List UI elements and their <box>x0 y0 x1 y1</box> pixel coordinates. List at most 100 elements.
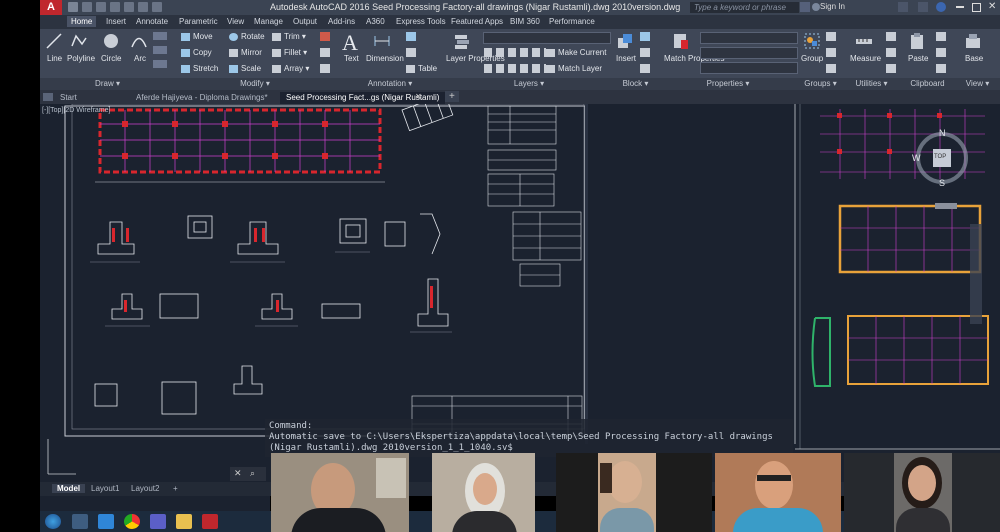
copy-base-icon[interactable] <box>936 64 946 73</box>
measure-button[interactable]: Measure <box>850 54 881 63</box>
new-file-icon[interactable] <box>68 2 78 12</box>
open-file-icon[interactable] <box>82 2 92 12</box>
teams-icon[interactable] <box>150 514 166 529</box>
insert-block-icon[interactable] <box>616 32 634 50</box>
layer-dropdown[interactable] <box>483 32 611 44</box>
tab-menu-icon[interactable] <box>43 93 53 101</box>
maximize-icon[interactable] <box>972 3 981 12</box>
tab-insert[interactable]: Insert <box>102 16 130 27</box>
copy-button[interactable]: Copy <box>181 48 212 57</box>
paste-button[interactable]: Paste <box>908 54 928 63</box>
base-view-icon[interactable] <box>964 32 982 50</box>
dimension-button[interactable]: Dimension <box>366 54 404 63</box>
polyline-icon[interactable] <box>70 32 88 50</box>
compass-north[interactable]: N <box>939 128 946 138</box>
layer-tools-icons[interactable] <box>484 48 546 57</box>
tab-layout2[interactable]: Layout2 <box>126 484 164 493</box>
search-icon[interactable] <box>800 2 810 12</box>
multileader-icon[interactable] <box>406 48 416 57</box>
chrome-icon[interactable] <box>124 514 140 529</box>
insert-button[interactable]: Insert <box>616 54 636 63</box>
point-style-icon[interactable] <box>886 64 896 73</box>
erase-icon[interactable] <box>320 32 330 41</box>
arc-icon[interactable] <box>130 32 148 50</box>
file-tab-start[interactable]: Start <box>54 92 83 104</box>
tab-annotate[interactable]: Annotate <box>132 16 172 27</box>
tab-manage[interactable]: Manage <box>250 16 287 27</box>
arc-button[interactable]: Arc <box>134 54 146 63</box>
rotate-button[interactable]: Rotate <box>229 32 265 41</box>
tab-layout1[interactable]: Layout1 <box>86 484 124 493</box>
text-icon[interactable]: A <box>342 30 358 56</box>
text-button[interactable]: Text <box>344 54 359 63</box>
autocad-logo-icon[interactable]: A <box>40 0 62 15</box>
exchange-icon[interactable] <box>898 2 908 12</box>
block-panel-title[interactable]: Block ▾ <box>613 78 659 90</box>
compass-west[interactable]: W <box>912 153 921 163</box>
layers-panel-title[interactable]: Layers ▾ <box>445 78 614 90</box>
file-explorer-icon[interactable] <box>176 514 192 529</box>
quick-select-icon[interactable] <box>886 32 896 41</box>
groups-panel-title[interactable]: Groups ▾ <box>798 78 844 90</box>
ungroup-icon[interactable] <box>826 32 836 41</box>
close-command-icon[interactable]: ✕ <box>234 468 242 479</box>
tab-a360[interactable]: A360 <box>362 16 389 27</box>
scale-button[interactable]: Scale <box>229 64 261 73</box>
edit-attributes-icon[interactable] <box>640 64 650 73</box>
dimension-icon[interactable] <box>373 32 391 50</box>
command-search-icon[interactable]: ⌕ <box>250 468 255 479</box>
undo-icon[interactable] <box>138 2 148 12</box>
clipboard-panel-title[interactable]: Clipboard <box>900 78 956 90</box>
fillet-button[interactable]: Fillet ▾ <box>272 48 307 57</box>
save-as-icon[interactable] <box>110 2 120 12</box>
make-current-button[interactable]: Make Current <box>546 48 606 57</box>
add-layout-button[interactable]: + <box>168 484 183 493</box>
copy-clip-icon[interactable] <box>936 48 946 57</box>
leader-icon[interactable] <box>406 32 416 41</box>
match-properties-icon[interactable] <box>672 32 690 50</box>
tab-express-tools[interactable]: Express Tools <box>392 16 450 27</box>
color-dropdown[interactable] <box>700 32 798 44</box>
offset-icon[interactable] <box>320 64 330 73</box>
print-icon[interactable] <box>124 2 134 12</box>
lineweight-dropdown[interactable] <box>700 47 798 59</box>
paste-icon[interactable] <box>908 32 926 50</box>
cut-icon[interactable] <box>936 32 946 41</box>
tab-bim-360[interactable]: BIM 360 <box>506 16 544 27</box>
minimize-icon[interactable] <box>956 6 964 8</box>
tab-home[interactable]: Home <box>67 16 97 27</box>
explode-icon[interactable] <box>320 48 330 57</box>
group-button[interactable]: Group <box>801 54 823 63</box>
utilities-panel-title[interactable]: Utilities ▾ <box>843 78 901 90</box>
autodesk-a360-icon[interactable] <box>918 2 928 12</box>
properties-panel-title[interactable]: Properties ▾ <box>658 78 799 90</box>
tab-view[interactable]: View <box>223 16 248 27</box>
linetype-dropdown[interactable] <box>700 62 798 74</box>
match-layer-button[interactable]: Match Layer <box>546 64 602 73</box>
create-block-icon[interactable] <box>640 32 650 41</box>
trim-button[interactable]: Trim ▾ <box>272 32 306 41</box>
modify-panel-title[interactable]: Modify ▾ <box>175 78 336 90</box>
close-icon[interactable]: ✕ <box>988 1 996 12</box>
layer-properties-icon[interactable] <box>453 32 471 50</box>
edit-block-icon[interactable] <box>640 48 650 57</box>
save-icon[interactable] <box>96 2 106 12</box>
view-cube[interactable]: N S W TOP <box>912 128 972 188</box>
viewport-controls[interactable]: [-][Top][2D Wireframe] <box>42 107 110 114</box>
select-all-icon[interactable] <box>886 48 896 57</box>
autocad-taskbar-icon[interactable] <box>202 514 218 529</box>
polyline-button[interactable]: Polyline <box>67 54 95 63</box>
compass-south[interactable]: S <box>939 178 945 188</box>
base-button[interactable]: Base <box>965 54 983 63</box>
group-select-icon[interactable] <box>826 64 836 73</box>
mirror-button[interactable]: Mirror <box>229 48 262 57</box>
command-input[interactable]: ✕ ⌕ <box>230 467 266 481</box>
tab-performance[interactable]: Performance <box>545 16 599 27</box>
hatch-icon[interactable] <box>153 46 167 54</box>
browser-icon[interactable] <box>98 514 114 529</box>
view-panel-title[interactable]: View ▾ <box>955 78 1000 90</box>
circle-icon[interactable] <box>102 32 120 50</box>
new-tab-icon[interactable]: + <box>445 91 459 102</box>
tab-parametric[interactable]: Parametric <box>175 16 222 27</box>
file-tab-diploma-drawings[interactable]: Aferde Hajiyeva - Diploma Drawings* <box>130 92 274 104</box>
